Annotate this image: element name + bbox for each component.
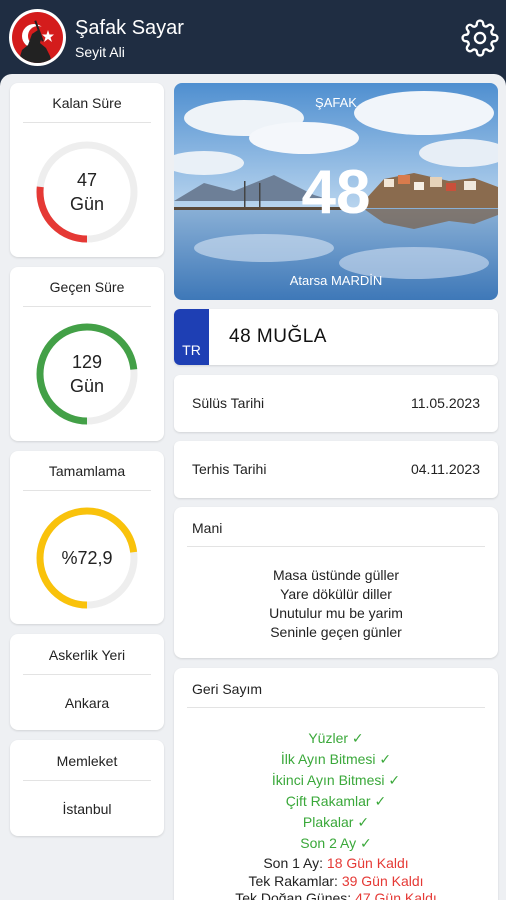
discharge-value: 04.11.2023: [410, 461, 480, 477]
mani-card: Mani Masa üstünde güller Yare dökülür di…: [174, 507, 498, 658]
mani-title: Mani: [192, 520, 223, 536]
avatar[interactable]: [9, 9, 66, 66]
sulus-value: 11.05.2023: [410, 395, 480, 411]
plate-text: 48 MUĞLA: [229, 326, 327, 347]
duty-location-value: Ankara: [64, 695, 110, 711]
remaining-unit: Gün: [69, 194, 105, 214]
milestone-done: İkinci Ayın Bitmesi ✓: [271, 772, 401, 788]
divider: [187, 546, 485, 547]
sulus-label: Sülüs Tarihi: [192, 395, 265, 411]
elapsed-ring: [36, 323, 138, 425]
discharge-label: Terhis Tarihi: [192, 461, 267, 477]
plate-country-code: TR: [182, 342, 201, 358]
license-plate: TR 48 MUĞLA: [174, 309, 498, 365]
elapsed-value: 129: [71, 352, 103, 372]
milestone-done: Yüzler ✓: [308, 730, 364, 746]
remaining-ring: [36, 141, 138, 243]
milestone-label: Son 1 Ay:: [263, 855, 324, 871]
milestone-done: Son 2 Ay ✓: [300, 835, 372, 851]
divider: [187, 707, 485, 708]
mani-line: Unutulur mu be yarim: [269, 605, 403, 621]
app-bar: Şafak Sayar Seyit Ali: [0, 0, 506, 74]
milestone-pending: Tek Doğan Güneş: 47 Gün Kaldı: [174, 890, 498, 900]
elapsed-time-card: Geçen Süre 129 Gün: [10, 267, 164, 441]
elapsed-unit: Gün: [69, 376, 105, 396]
mani-line: Yare dökülür diller: [280, 586, 392, 602]
remaining-value: 47: [76, 170, 98, 190]
milestone-done: Plakalar ✓: [302, 814, 370, 830]
remaining-time-card: Kalan Süre 47 Gün: [10, 83, 164, 257]
mani-line: Seninle geçen günler: [270, 624, 402, 640]
days-left-count: 48: [301, 158, 371, 227]
divider: [23, 780, 151, 781]
user-name: Seyit Ali: [75, 44, 125, 60]
milestone-label: Tek Rakamlar:: [248, 873, 338, 889]
completion-value: %72,9: [61, 548, 113, 568]
completion-title: Tamamlama: [48, 463, 126, 479]
hometown-card: Memleket İstanbul: [10, 740, 164, 836]
milestone-remaining: 39 Gün Kaldı: [341, 873, 424, 889]
hometown-value: İstanbul: [62, 801, 112, 817]
divider: [23, 122, 151, 123]
sulus-date-row: Sülüs Tarihi 11.05.2023: [174, 375, 498, 432]
milestone-pending: Tek Rakamlar: 39 Gün Kaldı: [174, 873, 498, 889]
milestone-remaining: 47 Gün Kaldı: [355, 890, 437, 900]
duty-location-card: Askerlik Yeri Ankara: [10, 634, 164, 730]
main-content[interactable]: Kalan Süre 47 Gün Geçen Süre 129 Gün Tam…: [0, 74, 506, 900]
countdown-title: Geri Sayım: [192, 681, 263, 697]
divider: [23, 490, 151, 491]
milestone-pending: Son 1 Ay: 18 Gün Kaldı: [174, 855, 498, 871]
milestone-done: İlk Ayın Bitmesi ✓: [280, 751, 392, 767]
remaining-time-title: Kalan Süre: [52, 95, 122, 111]
divider: [23, 306, 151, 307]
milestone-label: Tek Doğan Güneş:: [235, 890, 352, 900]
countdown-hero[interactable]: ŞAFAK 48 Atarsa MARDİN: [174, 83, 498, 300]
settings-gear-icon[interactable]: [461, 19, 499, 57]
hero-caption: Atarsa MARDİN: [289, 273, 383, 288]
plate-country-strip: TR: [174, 309, 209, 365]
hometown-title: Memleket: [56, 753, 118, 769]
mani-line: Masa üstünde güller: [272, 567, 400, 583]
milestone-remaining: 18 Gün Kaldı: [326, 855, 409, 871]
elapsed-time-title: Geçen Süre: [49, 279, 125, 295]
app-title: Şafak Sayar: [75, 17, 184, 39]
hero-label: ŞAFAK: [315, 95, 357, 110]
duty-location-title: Askerlik Yeri: [48, 647, 126, 663]
flag-soldier-icon: [12, 12, 63, 63]
completion-card: Tamamlama %72,9: [10, 451, 164, 624]
countdown-card: Geri Sayım Yüzler ✓ İlk Ayın Bitmesi ✓ İ…: [174, 668, 498, 900]
divider: [23, 674, 151, 675]
milestone-done: Çift Rakamlar ✓: [285, 793, 387, 809]
discharge-date-row: Terhis Tarihi 04.11.2023: [174, 441, 498, 498]
